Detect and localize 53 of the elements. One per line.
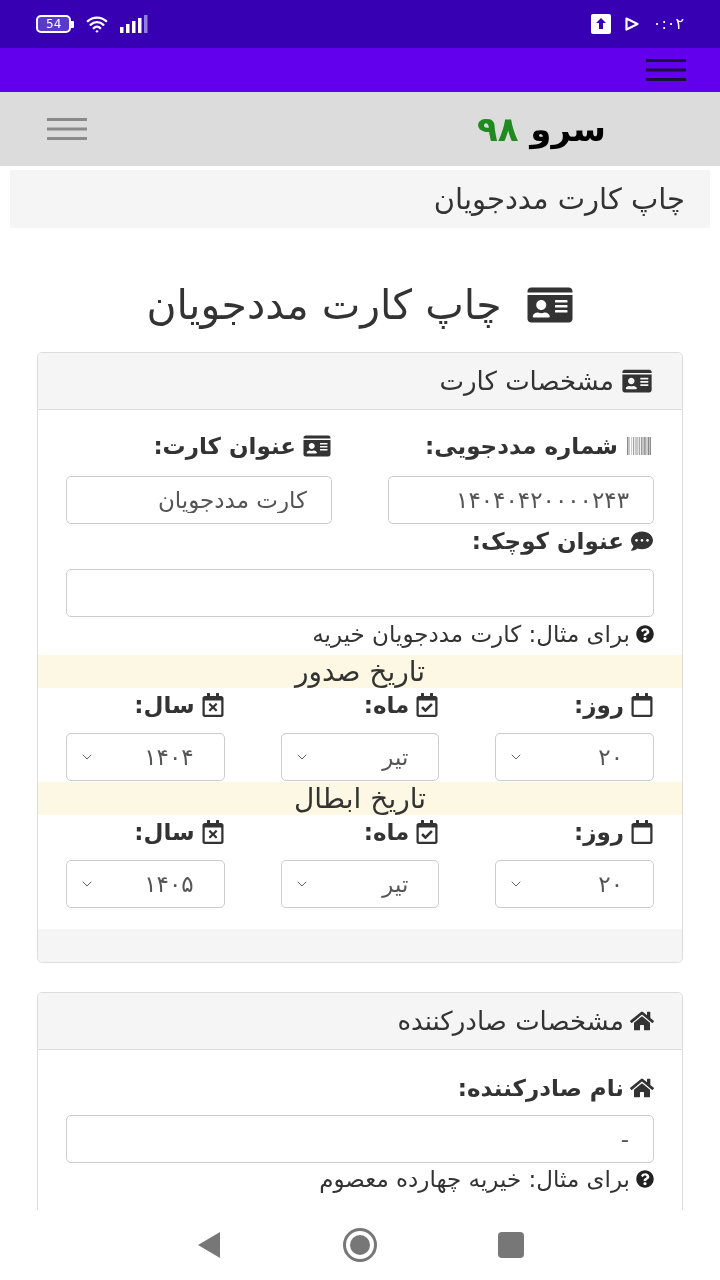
field-label: عنوان کارت: [153,432,296,462]
breadcrumb-item: چاپ کارت مددجویان [433,181,685,218]
field-label: شماره مددجویی: [425,432,618,462]
back-icon[interactable] [196,1231,222,1259]
recent-apps-icon[interactable] [498,1232,524,1258]
battery-indicator: 54 [36,15,75,33]
card-title-input[interactable]: کارت مددجویان [66,476,332,524]
calendar-check-icon [415,820,440,844]
field-label: عنوان کوچک: [471,527,624,557]
day-select[interactable]: ۲۰ [495,860,654,908]
calendar-icon [630,693,654,717]
calendar-check-icon [415,693,440,717]
help-icon [636,625,654,643]
field-label: سال: [134,818,195,847]
home-icon[interactable] [342,1227,378,1263]
id-card-icon [620,368,654,394]
year-select[interactable]: ۱۴۰۵ [66,860,225,908]
page-title: چاپ کارت مددجویان [146,281,502,329]
clock-time: ۰:۰۲ [652,13,684,35]
client-number-input[interactable]: ۱۴۰۴۰۴۲۰۰۰۰۲۴۳ [388,476,654,524]
id-card-icon [302,434,332,458]
barcode-icon [624,434,654,458]
signal-icon [120,15,149,33]
field-label: روز: [574,691,624,721]
field-label: ماه: [363,818,410,847]
date-section-heading: تاریخ ابطال [38,782,682,815]
field-label: نام صادرکننده: [457,1074,624,1104]
year-select[interactable]: ۱۴۰۴ [66,733,225,781]
calendar-x-icon [200,820,225,844]
day-select[interactable]: ۲۰ [495,733,654,781]
home-icon [630,1077,654,1099]
panel-title: مشخصات صادرکننده [397,1005,624,1038]
comment-icon [630,530,654,552]
id-card-icon [525,285,574,325]
help-text: برای مثال: کارت مددجویان خیریه [312,620,630,648]
home-icon [630,1010,654,1032]
date-section-heading: تاریخ صدور [38,655,682,688]
calendar-x-icon [200,693,225,717]
help-text: برای مثال: خیریه چهارده معصوم [319,1165,630,1193]
menu-icon[interactable] [47,118,87,140]
help-icon [636,1170,654,1188]
panel-title: مشخصات کارت [439,365,614,398]
month-select[interactable]: تیر [280,733,440,781]
upload-icon [590,14,611,34]
field-label: روز: [574,818,624,848]
calendar-icon [630,820,654,844]
issuer-name-input[interactable]: - [66,1115,654,1163]
menu-icon[interactable] [646,59,686,81]
field-label: سال: [134,691,195,720]
subtitle-input[interactable] [66,569,654,617]
field-label: ماه: [363,691,410,720]
play-icon [624,17,639,31]
month-select[interactable]: تیر [280,860,440,908]
